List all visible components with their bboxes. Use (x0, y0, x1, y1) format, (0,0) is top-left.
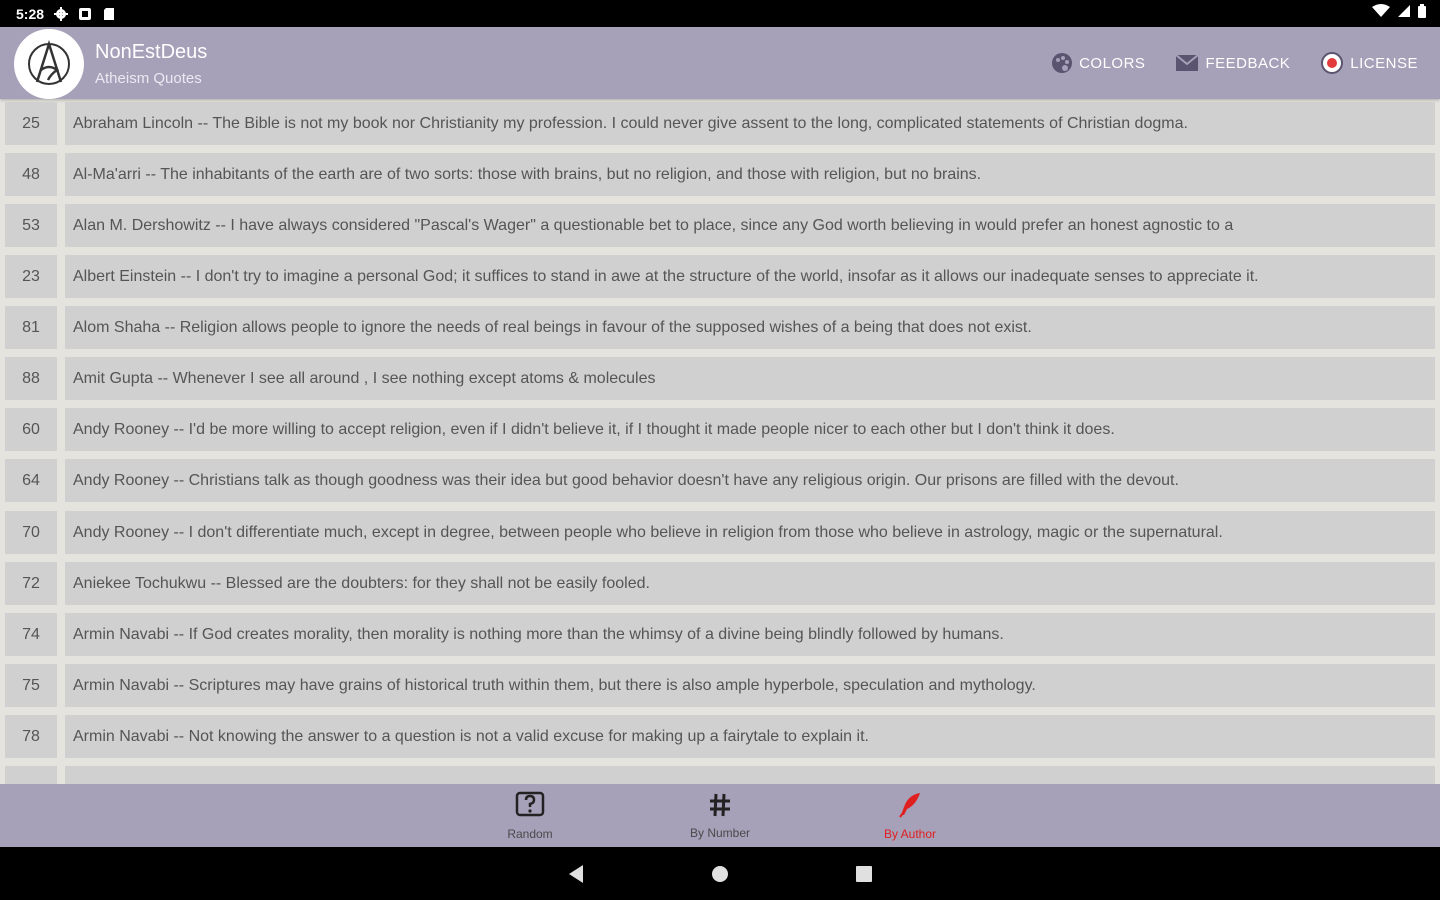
quote-row[interactable]: 48 Al-Ma'arri -- The inhabitants of the … (5, 153, 1435, 196)
quote-row[interactable]: 60 Andy Rooney -- I'd be more willing to… (5, 408, 1435, 451)
quote-text: Andy Rooney -- I don't differentiate muc… (65, 511, 1435, 554)
quote-number: 74 (5, 613, 57, 656)
atheism-symbol-icon[interactable] (14, 29, 84, 99)
quote-row[interactable]: 81 Alom Shaha -- Religion allows people … (5, 306, 1435, 349)
settings-gear-icon (54, 6, 69, 21)
mail-icon (1175, 53, 1200, 73)
quote-number: 48 (5, 153, 57, 196)
quote-row[interactable]: 70 Andy Rooney -- I don't differentiate … (5, 511, 1435, 554)
nav-random-label: Random (507, 826, 553, 841)
quote-row[interactable]: 64 Andy Rooney -- Christians talk as tho… (5, 459, 1435, 502)
colors-label: COLORS (1079, 54, 1146, 72)
recents-icon[interactable] (844, 847, 884, 900)
quote-text: Alom Shaha -- Religion allows people to … (65, 306, 1435, 349)
quote-list[interactable]: 25 Abraham Lincoln -- The Bible is not m… (0, 99, 1440, 784)
quote-row[interactable]: 75 Armin Navabi -- Scriptures may have g… (5, 664, 1435, 707)
quote-row[interactable]: 23 Albert Einstein -- I don't try to ima… (5, 255, 1435, 298)
nav-by-author[interactable]: By Author (850, 784, 970, 847)
quote-text: Armin Navabi -- If God creates morality,… (65, 613, 1435, 656)
app-title: NonEstDeus (95, 41, 208, 63)
quote-number (5, 766, 57, 784)
bottom-navigation: Random By Number By Author (0, 784, 1440, 847)
status-time: 5:28 (16, 5, 45, 22)
quote-text: Alan M. Dershowitz -- I have always cons… (65, 204, 1435, 247)
system-navigation-bar (0, 847, 1440, 900)
cell-signal-icon (1398, 4, 1410, 23)
colors-button[interactable]: COLORS (1051, 52, 1145, 74)
sd-card-icon (102, 7, 116, 21)
quote-row-partial[interactable] (5, 766, 1435, 784)
quote-number: 88 (5, 357, 57, 400)
home-icon[interactable] (700, 847, 740, 900)
status-bar: 5:28 (0, 0, 1440, 27)
quote-row[interactable]: 25 Abraham Lincoln -- The Bible is not m… (5, 102, 1435, 145)
quote-row[interactable]: 53 Alan M. Dershowitz -- I have always c… (5, 204, 1435, 247)
nav-by-number[interactable]: By Number (660, 784, 780, 847)
quote-row[interactable]: 74 Armin Navabi -- If God creates morali… (5, 613, 1435, 656)
license-label: LICENSE (1350, 54, 1418, 72)
app-subtitle: Atheism Quotes (95, 70, 202, 87)
quote-number: 75 (5, 664, 57, 707)
quote-number: 78 (5, 715, 57, 758)
quote-text: Armin Navabi -- Not knowing the answer t… (65, 715, 1435, 758)
quote-number: 53 (5, 204, 57, 247)
nav-random[interactable]: Random (470, 784, 590, 847)
quote-number: 25 (5, 102, 57, 145)
quote-row[interactable]: 72 Aniekee Tochukwu -- Blessed are the d… (5, 562, 1435, 605)
license-icon (1320, 51, 1344, 75)
quote-text: Abraham Lincoln -- The Bible is not my b… (65, 102, 1435, 145)
quote-row[interactable]: 88 Amit Gupta -- Whenever I see all arou… (5, 357, 1435, 400)
app-bar: NonEstDeus Atheism Quotes COLORS FEEDBAC… (0, 27, 1440, 99)
quote-text: Al-Ma'arri -- The inhabitants of the ear… (65, 153, 1435, 196)
nav-by-author-label: By Author (883, 826, 937, 841)
quote-number: 81 (5, 306, 57, 349)
quote-text: Andy Rooney -- I'd be more willing to ac… (65, 408, 1435, 451)
quill-icon (896, 791, 924, 824)
quote-number: 23 (5, 255, 57, 298)
quote-text: Albert Einstein -- I don't try to imagin… (65, 255, 1435, 298)
quote-text: Armin Navabi -- Scriptures may have grai… (65, 664, 1435, 707)
hash-icon (708, 792, 732, 823)
question-box-icon (515, 791, 545, 824)
feedback-button[interactable]: FEEDBACK (1175, 53, 1290, 73)
quote-number: 60 (5, 408, 57, 451)
screenshot-icon (78, 7, 92, 21)
quote-number: 64 (5, 459, 57, 502)
app-bar-actions: COLORS FEEDBACK LICENSE (1051, 27, 1418, 99)
battery-icon (1418, 4, 1426, 23)
palette-icon (1051, 52, 1073, 74)
wifi-icon (1372, 4, 1390, 23)
quote-number: 70 (5, 511, 57, 554)
quote-text: Amit Gupta -- Whenever I see all around … (65, 357, 1435, 400)
quote-number: 72 (5, 562, 57, 605)
license-button[interactable]: LICENSE (1320, 51, 1418, 75)
status-bar-right (1372, 4, 1426, 23)
quote-text (65, 766, 1435, 784)
nav-by-number-label: By Number (689, 825, 751, 840)
status-bar-left: 5:28 (16, 6, 116, 22)
feedback-label: FEEDBACK (1205, 54, 1291, 72)
back-icon[interactable] (556, 847, 596, 900)
quote-text: Aniekee Tochukwu -- Blessed are the doub… (65, 562, 1435, 605)
quote-text: Andy Rooney -- Christians talk as though… (65, 459, 1435, 502)
quote-row[interactable]: 78 Armin Navabi -- Not knowing the answe… (5, 715, 1435, 758)
